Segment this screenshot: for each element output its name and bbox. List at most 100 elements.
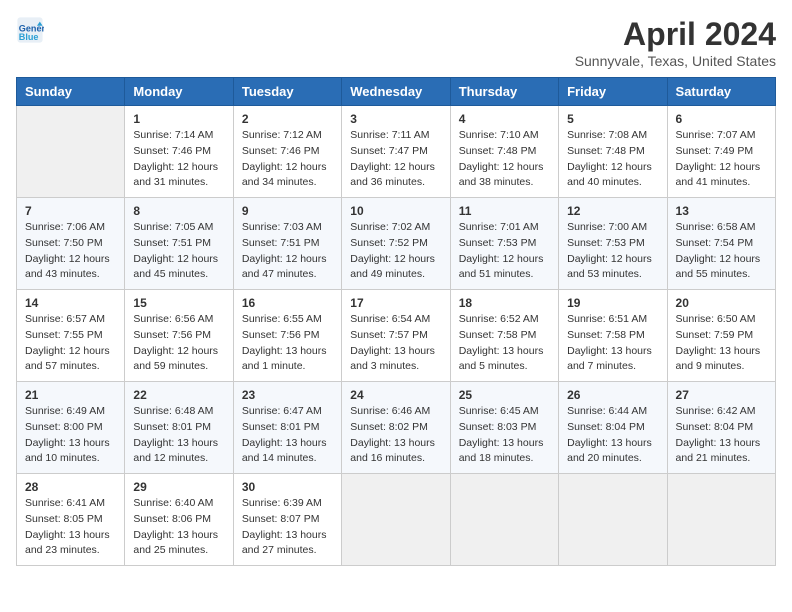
day-detail: Sunrise: 6:47 AMSunset: 8:01 PMDaylight:… <box>242 404 333 467</box>
day-detail: Sunrise: 7:11 AMSunset: 7:47 PMDaylight:… <box>350 128 441 191</box>
calendar-day-cell: 6 Sunrise: 7:07 AMSunset: 7:49 PMDaylight… <box>667 106 775 198</box>
day-detail: Sunrise: 6:48 AMSunset: 8:01 PMDaylight:… <box>133 404 224 467</box>
calendar-week-row: 1 Sunrise: 7:14 AMSunset: 7:46 PMDaylight… <box>17 106 776 198</box>
calendar-day-cell: 25 Sunrise: 6:45 AMSunset: 8:03 PMDayligh… <box>450 382 558 474</box>
calendar-day-cell: 26 Sunrise: 6:44 AMSunset: 8:04 PMDayligh… <box>559 382 667 474</box>
day-number: 29 <box>133 480 224 494</box>
day-detail: Sunrise: 6:42 AMSunset: 8:04 PMDaylight:… <box>676 404 767 467</box>
month-year-title: April 2024 <box>575 16 776 53</box>
day-detail: Sunrise: 6:54 AMSunset: 7:57 PMDaylight:… <box>350 312 441 375</box>
day-number: 14 <box>25 296 116 310</box>
calendar-day-cell: 10Sunrise: 7:02 AMSunset: 7:52 PMDayligh… <box>342 198 450 290</box>
day-detail: Sunrise: 6:55 AMSunset: 7:56 PMDaylight:… <box>242 312 333 375</box>
calendar-day-cell <box>342 474 450 566</box>
calendar-day-cell: 1 Sunrise: 7:14 AMSunset: 7:46 PMDaylight… <box>125 106 233 198</box>
calendar-day-cell: 11 Sunrise: 7:01 AMSunset: 7:53 PMDayligh… <box>450 198 558 290</box>
day-number: 21 <box>25 388 116 402</box>
day-number: 4 <box>459 112 550 126</box>
calendar-day-cell: 19Sunrise: 6:51 AMSunset: 7:58 PMDayligh… <box>559 290 667 382</box>
calendar-day-cell <box>559 474 667 566</box>
day-number: 2 <box>242 112 333 126</box>
day-number: 30 <box>242 480 333 494</box>
day-number: 6 <box>676 112 767 126</box>
calendar-day-cell: 24 Sunrise: 6:46 AMSunset: 8:02 PMDayligh… <box>342 382 450 474</box>
calendar-day-cell: 22 Sunrise: 6:48 AMSunset: 8:01 PMDayligh… <box>125 382 233 474</box>
day-detail: Sunrise: 6:41 AMSunset: 8:05 PMDaylight:… <box>25 496 116 559</box>
day-detail: Sunrise: 7:06 AMSunset: 7:50 PMDaylight:… <box>25 220 116 283</box>
day-detail: Sunrise: 6:40 AMSunset: 8:06 PMDaylight:… <box>133 496 224 559</box>
day-number: 22 <box>133 388 224 402</box>
calendar-week-row: 14 Sunrise: 6:57 AMSunset: 7:55 PMDayligh… <box>17 290 776 382</box>
calendar-day-cell: 4 Sunrise: 7:10 AMSunset: 7:48 PMDaylight… <box>450 106 558 198</box>
day-detail: Sunrise: 6:56 AMSunset: 7:56 PMDaylight:… <box>133 312 224 375</box>
weekday-header-cell: Wednesday <box>342 78 450 106</box>
calendar-day-cell: 9 Sunrise: 7:03 AMSunset: 7:51 PMDaylight… <box>233 198 341 290</box>
calendar-day-cell: 29 Sunrise: 6:40 AMSunset: 8:06 PMDayligh… <box>125 474 233 566</box>
weekday-header-cell: Friday <box>559 78 667 106</box>
calendar-day-cell: 5Sunrise: 7:08 AMSunset: 7:48 PMDaylight… <box>559 106 667 198</box>
day-number: 10 <box>350 204 441 218</box>
weekday-header-cell: Tuesday <box>233 78 341 106</box>
day-detail: Sunrise: 6:50 AMSunset: 7:59 PMDaylight:… <box>676 312 767 375</box>
day-number: 12 <box>567 204 658 218</box>
day-number: 24 <box>350 388 441 402</box>
day-detail: Sunrise: 7:05 AMSunset: 7:51 PMDaylight:… <box>133 220 224 283</box>
calendar-day-cell: 15 Sunrise: 6:56 AMSunset: 7:56 PMDayligh… <box>125 290 233 382</box>
day-number: 17 <box>350 296 441 310</box>
day-detail: Sunrise: 6:52 AMSunset: 7:58 PMDaylight:… <box>459 312 550 375</box>
day-number: 11 <box>459 204 550 218</box>
day-detail: Sunrise: 6:44 AMSunset: 8:04 PMDaylight:… <box>567 404 658 467</box>
day-detail: Sunrise: 7:07 AMSunset: 7:49 PMDaylight:… <box>676 128 767 191</box>
calendar-day-cell: 27 Sunrise: 6:42 AMSunset: 8:04 PMDayligh… <box>667 382 775 474</box>
title-block: April 2024 Sunnyvale, Texas, United Stat… <box>575 16 776 69</box>
day-number: 8 <box>133 204 224 218</box>
location-subtitle: Sunnyvale, Texas, United States <box>575 53 776 69</box>
calendar-day-cell: 3 Sunrise: 7:11 AMSunset: 7:47 PMDaylight… <box>342 106 450 198</box>
weekday-header-cell: Thursday <box>450 78 558 106</box>
day-number: 3 <box>350 112 441 126</box>
calendar-day-cell <box>667 474 775 566</box>
day-number: 7 <box>25 204 116 218</box>
day-number: 13 <box>676 204 767 218</box>
day-detail: Sunrise: 7:08 AMSunset: 7:48 PMDaylight:… <box>567 128 658 191</box>
calendar-day-cell: 21 Sunrise: 6:49 AMSunset: 8:00 PMDayligh… <box>17 382 125 474</box>
calendar-day-cell: 8 Sunrise: 7:05 AMSunset: 7:51 PMDaylight… <box>125 198 233 290</box>
calendar-day-cell: 30Sunrise: 6:39 AMSunset: 8:07 PMDayligh… <box>233 474 341 566</box>
day-detail: Sunrise: 7:03 AMSunset: 7:51 PMDaylight:… <box>242 220 333 283</box>
calendar-day-cell: 7 Sunrise: 7:06 AMSunset: 7:50 PMDaylight… <box>17 198 125 290</box>
day-number: 9 <box>242 204 333 218</box>
day-number: 18 <box>459 296 550 310</box>
day-detail: Sunrise: 6:58 AMSunset: 7:54 PMDaylight:… <box>676 220 767 283</box>
calendar-day-cell: 14 Sunrise: 6:57 AMSunset: 7:55 PMDayligh… <box>17 290 125 382</box>
calendar-day-cell: 12Sunrise: 7:00 AMSunset: 7:53 PMDayligh… <box>559 198 667 290</box>
logo-icon: General Blue <box>16 16 44 44</box>
page-header: General Blue April 2024 Sunnyvale, Texas… <box>16 16 776 69</box>
calendar-week-row: 21 Sunrise: 6:49 AMSunset: 8:00 PMDayligh… <box>17 382 776 474</box>
day-number: 26 <box>567 388 658 402</box>
calendar-day-cell: 2 Sunrise: 7:12 AMSunset: 7:46 PMDaylight… <box>233 106 341 198</box>
day-number: 27 <box>676 388 767 402</box>
day-detail: Sunrise: 6:57 AMSunset: 7:55 PMDaylight:… <box>25 312 116 375</box>
calendar-day-cell <box>17 106 125 198</box>
day-number: 15 <box>133 296 224 310</box>
day-detail: Sunrise: 6:49 AMSunset: 8:00 PMDaylight:… <box>25 404 116 467</box>
day-detail: Sunrise: 6:46 AMSunset: 8:02 PMDaylight:… <box>350 404 441 467</box>
weekday-header-cell: Sunday <box>17 78 125 106</box>
day-detail: Sunrise: 7:12 AMSunset: 7:46 PMDaylight:… <box>242 128 333 191</box>
calendar-day-cell: 18 Sunrise: 6:52 AMSunset: 7:58 PMDayligh… <box>450 290 558 382</box>
day-number: 1 <box>133 112 224 126</box>
day-detail: Sunrise: 7:14 AMSunset: 7:46 PMDaylight:… <box>133 128 224 191</box>
weekday-header-row: SundayMondayTuesdayWednesdayThursdayFrid… <box>17 78 776 106</box>
day-number: 25 <box>459 388 550 402</box>
calendar-day-cell: 17 Sunrise: 6:54 AMSunset: 7:57 PMDayligh… <box>342 290 450 382</box>
day-detail: Sunrise: 7:01 AMSunset: 7:53 PMDaylight:… <box>459 220 550 283</box>
day-detail: Sunrise: 7:10 AMSunset: 7:48 PMDaylight:… <box>459 128 550 191</box>
calendar-week-row: 7 Sunrise: 7:06 AMSunset: 7:50 PMDaylight… <box>17 198 776 290</box>
weekday-header-cell: Monday <box>125 78 233 106</box>
day-number: 28 <box>25 480 116 494</box>
calendar-day-cell: 20Sunrise: 6:50 AMSunset: 7:59 PMDayligh… <box>667 290 775 382</box>
calendar-day-cell: 16 Sunrise: 6:55 AMSunset: 7:56 PMDayligh… <box>233 290 341 382</box>
calendar-body: 1 Sunrise: 7:14 AMSunset: 7:46 PMDaylight… <box>17 106 776 566</box>
day-number: 16 <box>242 296 333 310</box>
day-detail: Sunrise: 6:45 AMSunset: 8:03 PMDaylight:… <box>459 404 550 467</box>
